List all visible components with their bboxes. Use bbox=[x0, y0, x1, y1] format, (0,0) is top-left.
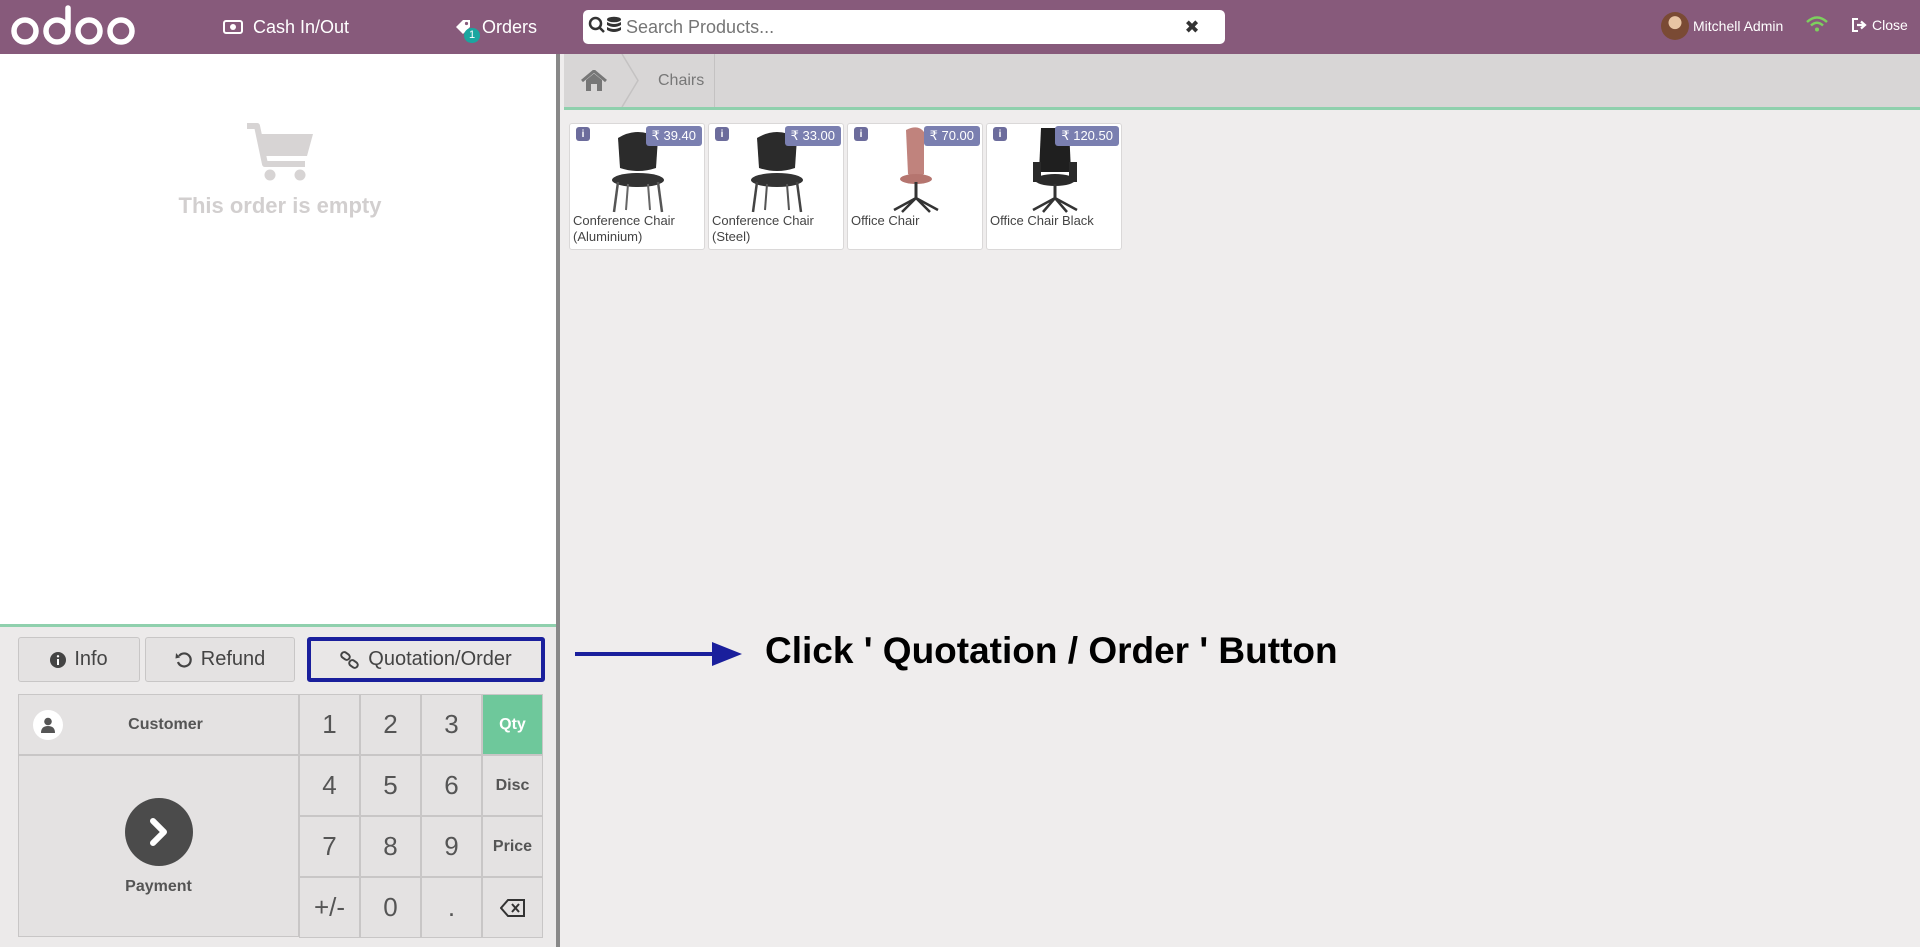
user-icon bbox=[33, 709, 63, 740]
link-icon bbox=[340, 650, 360, 669]
customer-button[interactable]: Customer bbox=[18, 694, 299, 755]
numpad-key-5[interactable]: 5 bbox=[360, 755, 421, 816]
info-icon bbox=[50, 651, 67, 668]
info-label: Info bbox=[74, 648, 108, 670]
numpad-key-7[interactable]: 7 bbox=[299, 816, 360, 877]
payment-label: Payment bbox=[125, 878, 192, 895]
numpad-key-2[interactable]: 2 bbox=[360, 694, 421, 755]
close-button[interactable]: Close bbox=[1852, 17, 1908, 33]
odoo-logo[interactable] bbox=[10, 5, 138, 49]
product-price-tag: ₹ 120.50 bbox=[1055, 126, 1119, 146]
home-icon[interactable] bbox=[564, 54, 624, 107]
refund-button[interactable]: Refund bbox=[145, 637, 295, 682]
numpad-area: Customer Payment 1 2 3 Qty 4 5 6 Disc 7 … bbox=[18, 694, 543, 938]
top-bar: Cash In/Out 1 Orders ✖ Mitchell Admin Cl… bbox=[0, 0, 1920, 54]
cash-in-out-label: Cash In/Out bbox=[253, 16, 350, 37]
backspace-icon bbox=[499, 898, 525, 917]
numpad-key-1[interactable]: 1 bbox=[299, 694, 360, 755]
disc-mode-button[interactable]: Disc bbox=[482, 755, 543, 816]
product-name: Conference Chair (Aluminium) bbox=[573, 213, 675, 244]
money-icon bbox=[223, 20, 243, 34]
tag-icon: 1 bbox=[454, 18, 481, 43]
shopping-cart-icon bbox=[247, 123, 313, 181]
user-name: Mitchell Admin bbox=[1693, 18, 1784, 34]
product-price-tag: ₹ 33.00 bbox=[784, 126, 841, 146]
breadcrumb-separator bbox=[621, 54, 639, 107]
numpad-key-6[interactable]: 6 bbox=[421, 755, 482, 816]
quotation-order-label: Quotation/Order bbox=[368, 648, 512, 670]
annotation-arrow-icon bbox=[575, 642, 742, 666]
product-info-icon[interactable]: i bbox=[993, 127, 1007, 141]
numpad-key-9[interactable]: 9 bbox=[421, 816, 482, 877]
product-search-bar: ✖ bbox=[583, 10, 1225, 44]
empty-order-state: This order is empty bbox=[0, 122, 560, 219]
customer-label: Customer bbox=[128, 715, 203, 733]
numpad-key-4[interactable]: 4 bbox=[299, 755, 360, 816]
numpad-key-8[interactable]: 8 bbox=[360, 816, 421, 877]
product-card[interactable]: i ₹ 39.40 Conference Chair (Aluminium) bbox=[569, 123, 705, 250]
backspace-button[interactable] bbox=[482, 877, 543, 938]
user-menu[interactable]: Mitchell Admin bbox=[1661, 12, 1783, 40]
product-name: Office Chair bbox=[851, 213, 920, 228]
category-breadcrumb: Chairs bbox=[564, 54, 1920, 110]
database-icon bbox=[606, 16, 622, 39]
order-controls: Info Refund Quotation/Order Customer Pay… bbox=[0, 624, 556, 947]
qty-mode-button[interactable]: Qty bbox=[482, 694, 543, 755]
numpad-key-decimal[interactable]: . bbox=[421, 877, 482, 938]
product-card[interactable]: i ₹ 120.50 Office Chair Black bbox=[986, 123, 1122, 250]
orders-label: Orders bbox=[482, 16, 538, 37]
price-mode-button[interactable]: Price bbox=[482, 816, 543, 877]
product-info-icon[interactable]: i bbox=[854, 127, 868, 141]
close-label: Close bbox=[1872, 17, 1908, 33]
product-card[interactable]: i ₹ 33.00 Conference Chair (Steel) bbox=[708, 123, 844, 250]
product-price-tag: ₹ 70.00 bbox=[923, 126, 980, 146]
breadcrumb-item-chairs[interactable]: Chairs bbox=[658, 54, 704, 107]
clear-search-icon[interactable]: ✖ bbox=[1177, 17, 1207, 38]
avatar bbox=[1661, 12, 1689, 40]
numpad-key-0[interactable]: 0 bbox=[360, 877, 421, 938]
payment-button[interactable]: Payment bbox=[18, 755, 299, 937]
search-icon bbox=[588, 16, 606, 39]
numpad-key-3[interactable]: 3 bbox=[421, 694, 482, 755]
order-pane: This order is empty Info Refund Quotatio… bbox=[0, 54, 560, 947]
orders-button[interactable]: 1 Orders bbox=[454, 0, 537, 54]
numpad-key-plus-minus[interactable]: +/- bbox=[299, 877, 360, 938]
undo-icon bbox=[175, 651, 193, 669]
product-info-icon[interactable]: i bbox=[576, 127, 590, 141]
product-name: Conference Chair (Steel) bbox=[712, 213, 814, 244]
product-card[interactable]: i ₹ 70.00 Office Chair bbox=[847, 123, 983, 250]
breadcrumb-divider bbox=[714, 54, 715, 107]
search-input[interactable] bbox=[626, 12, 1177, 42]
wifi-icon[interactable] bbox=[1806, 15, 1828, 38]
quotation-order-button[interactable]: Quotation/Order bbox=[307, 637, 545, 682]
orders-count-badge: 1 bbox=[464, 28, 481, 43]
product-name: Office Chair Black bbox=[990, 213, 1094, 228]
annotation-text: Click ' Quotation / Order ' Button bbox=[765, 630, 1338, 671]
cash-in-out-button[interactable]: Cash In/Out bbox=[223, 0, 349, 54]
info-button[interactable]: Info bbox=[18, 637, 140, 682]
product-info-icon[interactable]: i bbox=[715, 127, 729, 141]
product-price-tag: ₹ 39.40 bbox=[645, 126, 702, 146]
chevron-right-icon bbox=[125, 798, 193, 866]
refund-label: Refund bbox=[200, 648, 266, 670]
sign-out-icon bbox=[1852, 18, 1868, 32]
empty-order-text: This order is empty bbox=[178, 193, 382, 218]
